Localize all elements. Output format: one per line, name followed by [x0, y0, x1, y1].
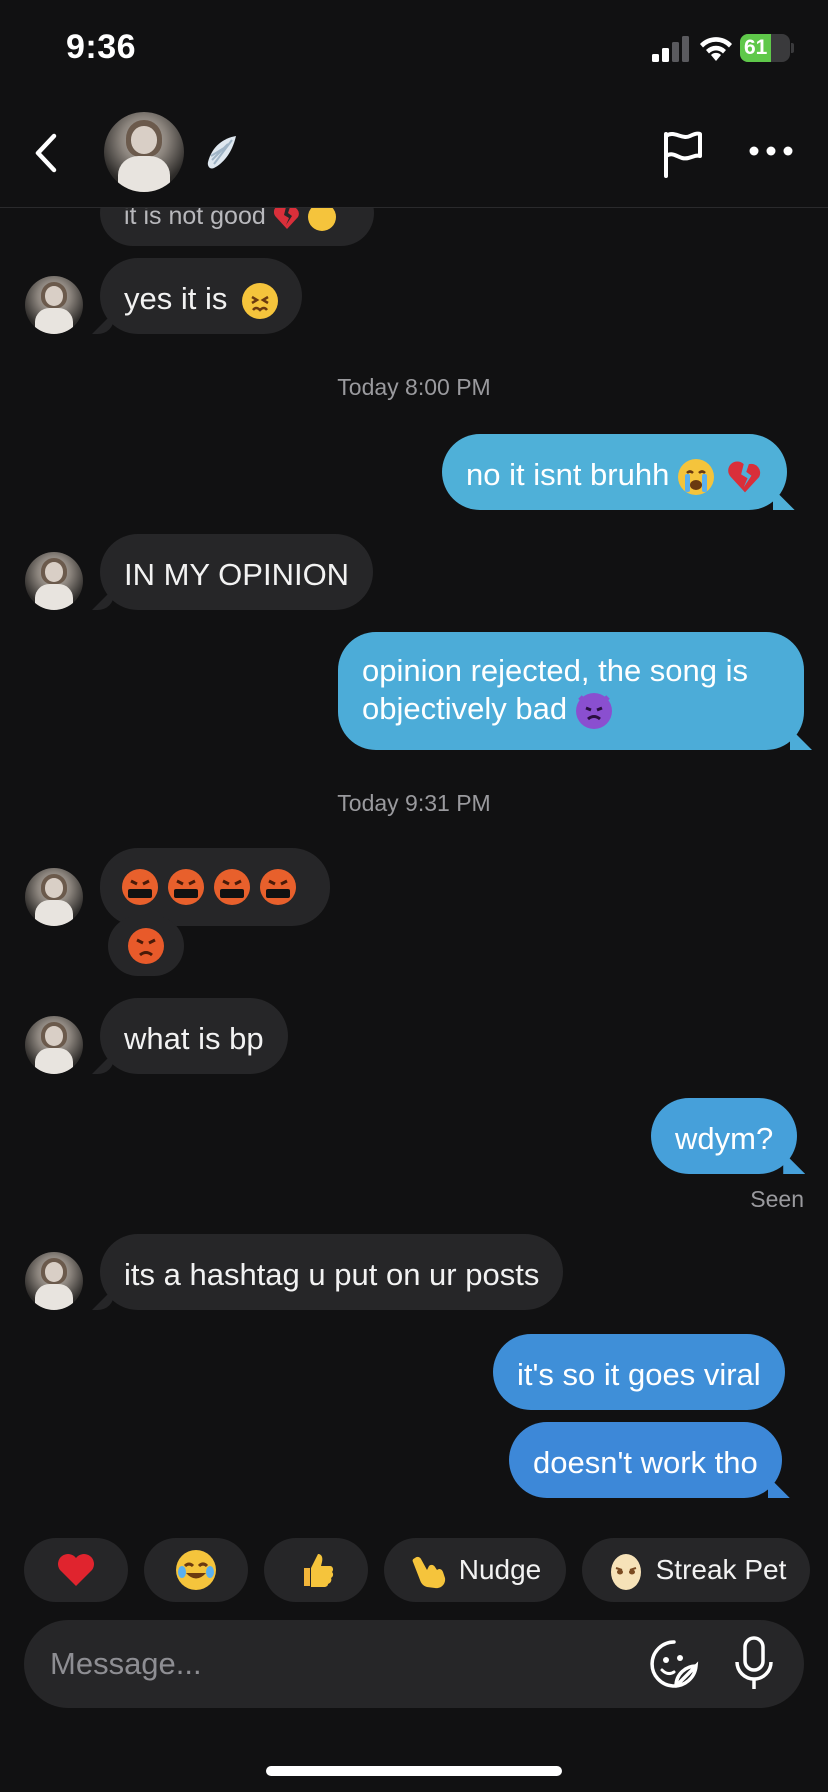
message-text: opinion rejected, the song is [362, 653, 749, 688]
message-text: IN MY OPINION [124, 557, 350, 592]
message-text: yes it is [124, 281, 228, 316]
avatar[interactable] [25, 868, 83, 926]
angry-face-icon [128, 928, 164, 964]
tears-of-joy-icon [176, 1550, 216, 1590]
angry-devil-icon [575, 692, 612, 729]
message-bubble-incoming[interactable]: what is bp [100, 998, 288, 1074]
timestamp: Today 9:31 PM [337, 790, 491, 816]
more-horizontal-icon[interactable] [746, 136, 796, 166]
loudly-crying-face-icon [677, 458, 714, 495]
avatar[interactable] [25, 1252, 83, 1310]
message-bubble-outgoing[interactable]: no it isnt bruhh [442, 434, 787, 510]
cursing-face-icon [260, 869, 296, 905]
message-text: its a hashtag u put on ur posts [124, 1257, 540, 1292]
message-text: objectively bad [362, 691, 568, 726]
sticker-icon[interactable] [646, 1636, 702, 1692]
flag-icon[interactable] [660, 128, 706, 178]
nudge-button[interactable]: Nudge [384, 1538, 566, 1602]
cursing-face-icon [122, 869, 158, 905]
message-bubble-outgoing[interactable]: doesn't work tho [509, 1422, 782, 1498]
seen-receipt: Seen [750, 1186, 804, 1212]
battery-icon: 61 [740, 34, 794, 62]
message-text: no it isnt bruhh [466, 457, 670, 492]
message-bubble-incoming[interactable] [108, 916, 184, 976]
message-bubble-outgoing[interactable]: wdym? [651, 1098, 798, 1174]
home-indicator [266, 1766, 562, 1776]
tired-face-icon [241, 282, 278, 319]
message-bubble-incoming[interactable]: IN MY OPINION [100, 534, 374, 610]
avatar[interactable] [25, 552, 83, 610]
streak-pet-label: Streak Pet [655, 1554, 787, 1585]
chevron-left-icon[interactable] [22, 126, 72, 180]
battery-level: 61 [744, 36, 768, 59]
message-bubble-incoming[interactable] [100, 848, 330, 926]
message-bubble-incoming[interactable]: yes it is [100, 258, 302, 334]
status-time: 9:36 [66, 28, 137, 66]
message-text: wdym? [675, 1121, 774, 1156]
avatar[interactable] [25, 276, 83, 334]
message-input[interactable] [50, 1638, 610, 1690]
wifi-icon [700, 37, 732, 61]
message-bubble-outgoing[interactable]: it's so it goes viral [493, 1334, 785, 1410]
chat-header [0, 96, 828, 208]
broken-heart-icon [727, 461, 760, 493]
heart-icon [58, 1554, 94, 1586]
angel-wing-icon [207, 136, 236, 169]
cursing-face-icon [168, 869, 204, 905]
reaction-thumbs-up-button[interactable] [264, 1538, 368, 1602]
nudge-label: Nudge [458, 1554, 542, 1585]
reaction-laugh-button[interactable] [144, 1538, 248, 1602]
thumbs-up-icon [304, 1554, 334, 1587]
pointing-hand-icon [412, 1556, 445, 1589]
message-text: doesn't work tho [533, 1445, 758, 1480]
message-text: what is bp [124, 1021, 264, 1056]
reaction-heart-button[interactable] [24, 1538, 128, 1602]
microphone-icon[interactable] [732, 1634, 776, 1694]
streak-pet-button[interactable]: Streak Pet [582, 1538, 810, 1602]
cursing-face-icon [214, 869, 250, 905]
message-composer [24, 1620, 804, 1708]
message-text: it's so it goes viral [517, 1357, 761, 1392]
message-bubble-outgoing[interactable]: opinion rejected, the song is objectivel… [338, 632, 804, 750]
contact-avatar[interactable] [104, 112, 184, 192]
cellular-signal-icon [652, 36, 689, 62]
message-bubble-incoming[interactable]: its a hashtag u put on ur posts [100, 1234, 564, 1310]
avatar[interactable] [25, 1016, 83, 1074]
timestamp: Today 8:00 PM [337, 374, 491, 400]
egg-pet-icon [610, 1554, 641, 1590]
